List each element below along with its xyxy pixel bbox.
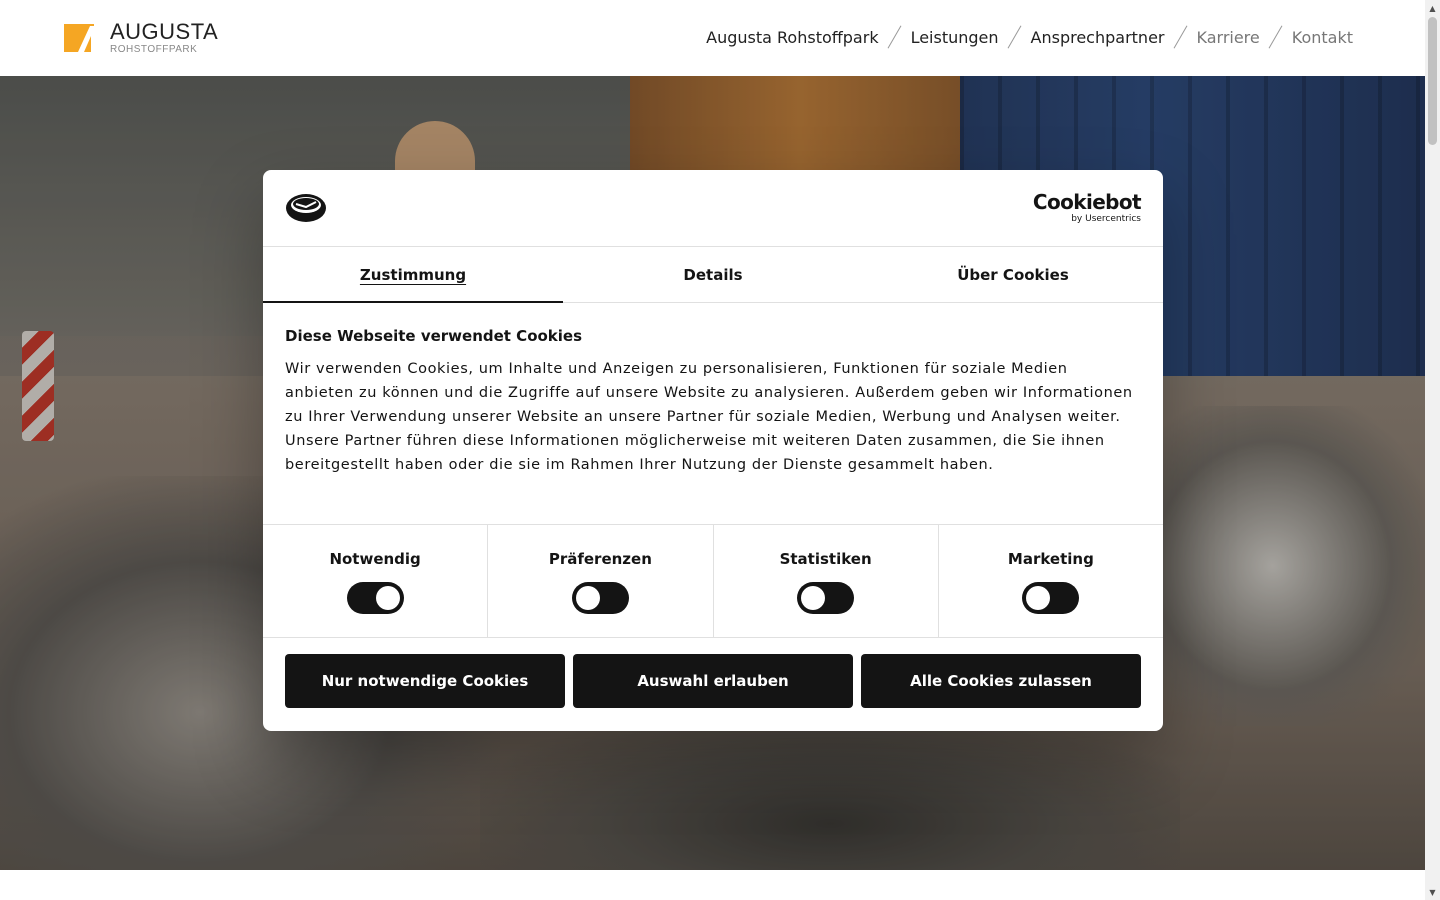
dialog-body: Diese Webseite verwendet Cookies Wir ver… (263, 303, 1163, 524)
toggle-label-marketing: Marketing (1007, 550, 1094, 568)
scroll-thumb[interactable] (1428, 17, 1437, 145)
cookiebot-logo[interactable]: Cookiebot by Usercentrics (1032, 190, 1142, 224)
toggle-knob (801, 586, 826, 610)
tab-label: Details (683, 265, 743, 284)
nav-leistungen[interactable]: Leistungen (911, 28, 999, 47)
tab-label: Über Cookies (957, 265, 1069, 284)
logo-text: AUGUSTA ROHSTOFFPARK (110, 21, 218, 55)
nav-karriere[interactable]: Karriere (1197, 28, 1260, 47)
dialog-description: Wir verwenden Cookies, um Inhalte und An… (285, 361, 1133, 473)
toggle-cell-praeferenzen: Präferenzen (488, 525, 714, 637)
scroll-down-arrow-icon[interactable]: ▼ (1425, 884, 1440, 900)
nav-separator (879, 24, 911, 50)
augusta-logo-icon (64, 22, 96, 54)
toggle-knob (1026, 586, 1051, 610)
allow-all-cookies-button[interactable]: Alle Cookies zulassen (861, 654, 1141, 708)
toggle-cell-statistiken: Statistiken (714, 525, 939, 637)
toggle-statistiken[interactable] (797, 582, 855, 614)
toggle-cell-notwendig: Notwendig (263, 525, 489, 637)
tab-details[interactable]: Details (563, 247, 863, 302)
tab-ueber-cookies[interactable]: Über Cookies (863, 247, 1163, 302)
dialog-header: Cookiebot by Usercentrics (263, 170, 1163, 247)
consent-toggles: Notwendig Präferenzen Statistiken Market… (263, 524, 1163, 638)
toggle-praeferenzen[interactable] (571, 582, 629, 614)
toggle-label-praeferenzen: Präferenzen (548, 550, 652, 568)
nav-augusta-rohstoffpark[interactable]: Augusta Rohstoffpark (706, 28, 878, 47)
cookie-icon (285, 192, 327, 224)
necessary-cookies-button[interactable]: Nur notwendige Cookies (285, 654, 565, 708)
nav-separator (999, 24, 1031, 50)
scroll-up-arrow-icon[interactable]: ▲ (1425, 0, 1440, 16)
cookiebot-brand-text: Cookiebot (1032, 190, 1142, 214)
logo-sub-text: ROHSTOFFPARK (110, 44, 198, 55)
dialog-tabs: Zustimmung Details Über Cookies (263, 247, 1163, 303)
toggle-knob (575, 586, 600, 610)
dialog-buttons: Nur notwendige Cookies Auswahl erlauben … (263, 638, 1163, 724)
nav-separator (1260, 24, 1292, 50)
main-nav: Augusta Rohstoffpark Leistungen Ansprech… (706, 24, 1353, 50)
allow-selection-button[interactable]: Auswahl erlauben (573, 654, 853, 708)
nav-separator (1165, 24, 1197, 50)
page-scrollbar[interactable]: ▲ ▼ (1425, 0, 1440, 900)
nav-ansprechpartner[interactable]: Ansprechpartner (1031, 28, 1165, 47)
toggle-cell-marketing: Marketing (939, 525, 1163, 637)
nav-kontakt[interactable]: Kontakt (1292, 28, 1353, 47)
toggle-marketing[interactable] (1022, 582, 1080, 614)
tab-label: Zustimmung (359, 265, 467, 284)
cookiebot-brand-subtext: by Usercentrics (1071, 214, 1141, 224)
site-logo[interactable]: AUGUSTA ROHSTOFFPARK (64, 21, 218, 55)
dialog-title: Diese Webseite verwendet Cookies (285, 327, 583, 345)
tab-zustimmung[interactable]: Zustimmung (263, 247, 563, 303)
cookie-consent-dialog: Cookiebot by Usercentrics Zustimmung Det… (263, 170, 1163, 731)
toggle-knob (375, 586, 400, 610)
page: AUGUSTA ROHSTOFFPARK Augusta Rohstoffpar… (0, 0, 1440, 900)
toggle-label-notwendig: Notwendig (329, 550, 421, 568)
toggle-notwendig[interactable] (346, 582, 404, 614)
site-header: AUGUSTA ROHSTOFFPARK Augusta Rohstoffpar… (0, 0, 1425, 76)
logo-main-text: AUGUSTA (110, 19, 219, 44)
toggle-label-statistiken: Statistiken (779, 550, 872, 568)
